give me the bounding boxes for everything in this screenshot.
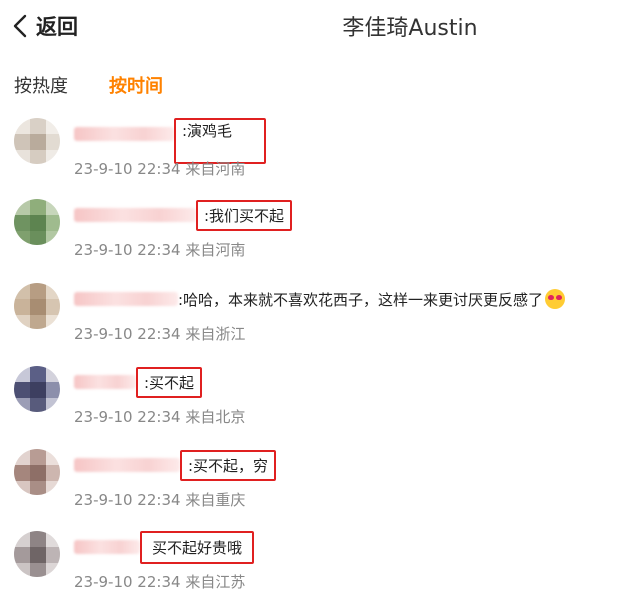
- comment-time: 23-9-10 22:34: [74, 325, 181, 343]
- username-blurred[interactable]: [74, 458, 180, 472]
- comment-time: 23-9-10 22:34: [74, 241, 181, 259]
- avatar[interactable]: [14, 366, 60, 412]
- comment-item: :买不起，穷 23-9-10 22:34 来自重庆: [0, 449, 640, 532]
- comment-text: :我们买不起: [196, 199, 293, 231]
- username-blurred[interactable]: [74, 127, 174, 141]
- avatar[interactable]: [14, 531, 60, 577]
- comment-text: :买不起: [136, 366, 203, 398]
- comment-location: 来自河南: [185, 241, 246, 259]
- top-bar: 返回 李佳琦Austin: [0, 0, 640, 54]
- comment-meta: 23-9-10 22:34 来自北京: [74, 406, 245, 427]
- comment-item: :买不起 23-9-10 22:34 来自北京: [0, 366, 640, 449]
- avatar[interactable]: [14, 449, 60, 495]
- comment-text: 买不起好贵哦: [140, 530, 255, 564]
- comment-item: :我们买不起 23-9-10 22:34 来自河南: [0, 199, 640, 282]
- comment-text: :买不起，穷: [180, 449, 277, 481]
- username-blurred[interactable]: [74, 540, 140, 554]
- comment-text: :哈哈，本来就不喜欢花西子，这样一来更讨厌更反感了: [178, 290, 544, 309]
- comment-meta: 23-9-10 22:34 来自河南: [74, 158, 245, 179]
- username-blurred[interactable]: [74, 208, 196, 222]
- username-blurred[interactable]: [74, 292, 178, 306]
- comment-meta: 23-9-10 22:34 来自江苏: [74, 571, 245, 592]
- comment-time: 23-9-10 22:34: [74, 491, 181, 509]
- comment-time: 23-9-10 22:34: [74, 573, 181, 591]
- avatar[interactable]: [14, 199, 60, 245]
- comment-time: 23-9-10 22:34: [74, 408, 181, 426]
- comment-location: 来自北京: [185, 408, 246, 426]
- comment-item: 买不起好贵哦 23-9-10 22:34 来自江苏: [0, 530, 640, 614]
- comment-location: 来自重庆: [185, 491, 246, 509]
- tab-by-popularity[interactable]: 按热度: [14, 72, 68, 98]
- comment-meta: 23-9-10 22:34 来自重庆: [74, 489, 245, 510]
- avatar[interactable]: [14, 283, 60, 329]
- comment-location: 来自浙江: [185, 325, 246, 343]
- tab-by-time[interactable]: 按时间: [109, 72, 163, 98]
- sort-tabs: 按热度 按时间: [0, 54, 640, 114]
- avatar[interactable]: [14, 118, 60, 164]
- username-blurred[interactable]: [74, 375, 136, 389]
- comment-meta: 23-9-10 22:34 来自河南: [74, 239, 245, 260]
- comment-meta: 23-9-10 22:34 来自浙江: [74, 323, 245, 344]
- comment-location: 来自江苏: [185, 573, 246, 591]
- comment-item: :哈哈，本来就不喜欢花西子，这样一来更讨厌更反感了 23-9-10 22:34 …: [0, 283, 640, 366]
- comment-item: :演鸡毛 23-9-10 22:34 来自河南: [0, 118, 640, 201]
- page-title: 李佳琦Austin: [342, 16, 478, 41]
- heart-eyes-emoji-icon: [545, 289, 566, 309]
- comment-location: 来自河南: [185, 160, 246, 178]
- comment-time: 23-9-10 22:34: [74, 160, 181, 178]
